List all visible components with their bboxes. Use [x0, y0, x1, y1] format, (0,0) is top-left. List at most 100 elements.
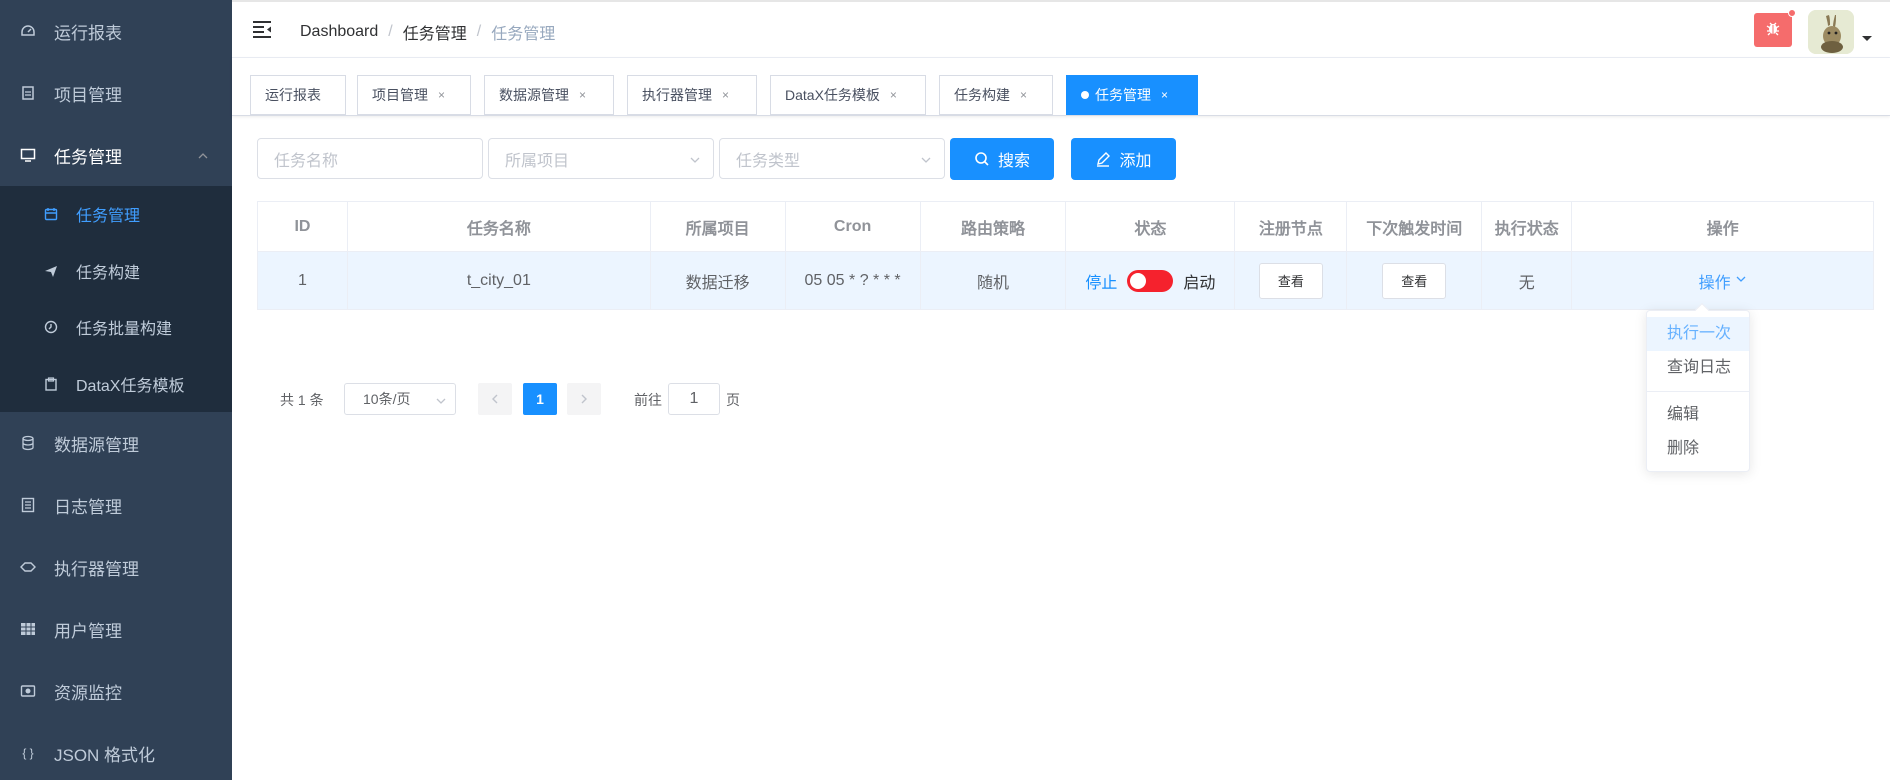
placeholder-text: 任务名称: [274, 152, 339, 170]
task-table: ID 任务名称 所属项目 Cron 路由策略 状态 注册节点 下次触发时间 执行…: [257, 201, 1874, 310]
column-header-name: 任务名称: [347, 201, 651, 252]
breadcrumb-parent[interactable]: 任务管理: [403, 20, 467, 44]
sidebar-item-label: 任务管理: [54, 147, 122, 167]
sidebar-item-label: 日志管理: [54, 497, 122, 517]
chevron-up-icon: [196, 148, 210, 162]
prev-page-button[interactable]: [478, 383, 512, 415]
sidebar-item-log[interactable]: 日志管理: [0, 474, 232, 536]
sidebar-item-label: 执行器管理: [54, 559, 139, 579]
sidebar-item-task-management[interactable]: 任务管理: [0, 124, 232, 186]
tag-datax-template[interactable]: DataX任务模板 ×: [770, 75, 926, 115]
sidebar-item-json[interactable]: { } JSON 格式化: [0, 722, 232, 780]
resource-icon: [20, 683, 36, 699]
sidebar-item-label: 资源监控: [54, 683, 122, 703]
sidebar-item-label: 项目管理: [54, 85, 122, 105]
sidebar-item-datasource[interactable]: 数据源管理: [0, 412, 232, 474]
table-row: 1 t_city_01 数据迁移 05 05 * ? * * * 随机 停止 启…: [257, 251, 1874, 310]
page-size-value: 10条/页: [363, 391, 411, 407]
goto-page-input[interactable]: 1: [668, 383, 720, 415]
chevron-right-icon: [579, 391, 589, 407]
column-header-route: 路由策略: [920, 201, 1067, 252]
tag-dashboard[interactable]: 运行报表: [250, 75, 346, 115]
hamburger-icon[interactable]: [252, 19, 272, 39]
cell-exec-status: 无: [1481, 251, 1573, 310]
tag-task-build[interactable]: 任务构建 ×: [939, 75, 1053, 115]
menu-item-run-once[interactable]: 执行一次: [1647, 317, 1749, 351]
chevron-down-icon: [689, 153, 701, 165]
caret-down-icon[interactable]: [1862, 36, 1872, 41]
json-icon: { }: [22, 746, 34, 760]
column-header-next-trigger: 下次触发时间: [1346, 201, 1483, 252]
close-icon[interactable]: ×: [722, 88, 729, 102]
sidebar-item-project[interactable]: 项目管理: [0, 62, 232, 124]
close-icon[interactable]: ×: [438, 88, 445, 102]
notification-dot: [1788, 9, 1796, 17]
sidebar-item-user[interactable]: 用户管理: [0, 598, 232, 660]
add-button[interactable]: 添加: [1071, 138, 1176, 180]
sidebar-subitem-datax-template[interactable]: DataX任务模板: [0, 356, 232, 413]
task-type-select[interactable]: 任务类型: [719, 138, 945, 179]
close-icon[interactable]: ×: [1020, 88, 1027, 102]
view-nodes-button[interactable]: 查看: [1258, 262, 1323, 299]
avatar[interactable]: [1808, 10, 1854, 54]
column-header-id: ID: [257, 201, 348, 252]
close-icon[interactable]: ×: [1161, 88, 1168, 102]
tag-task-management[interactable]: 任务管理 ×: [1066, 75, 1198, 115]
tag-label: 数据源管理: [499, 87, 569, 103]
tag-datasource[interactable]: 数据源管理 ×: [484, 75, 614, 115]
sidebar-item-dashboard[interactable]: 运行报表: [0, 0, 232, 62]
tag-project[interactable]: 项目管理 ×: [357, 75, 471, 115]
sidebar-subitem-label: 任务批量构建: [76, 321, 173, 339]
menu-divider: [1647, 391, 1749, 392]
close-icon[interactable]: ×: [579, 88, 586, 102]
operation-label: 操作: [1698, 274, 1731, 292]
placeholder-text: 任务类型: [736, 152, 801, 170]
status-toggle[interactable]: [1127, 269, 1174, 292]
tag-label: 任务管理: [1095, 87, 1151, 103]
sidebar-subitem-label: 任务构建: [76, 264, 141, 282]
bug-icon: [1765, 20, 1781, 41]
tag-executor[interactable]: 执行器管理 ×: [627, 75, 757, 115]
column-header-status: 状态: [1065, 201, 1236, 252]
status-on-label: 启动: [1183, 274, 1216, 292]
sidebar-item-executor[interactable]: 执行器管理: [0, 536, 232, 598]
menu-item-edit[interactable]: 编辑: [1647, 398, 1749, 432]
breadcrumb-dashboard[interactable]: Dashboard: [300, 23, 378, 41]
search-button-label: 搜索: [997, 153, 1030, 170]
status-off-label: 停止: [1085, 274, 1118, 292]
column-header-nodes: 注册节点: [1234, 201, 1348, 252]
project-select[interactable]: 所属项目: [488, 138, 714, 179]
search-button[interactable]: 搜索: [950, 138, 1054, 180]
chevron-down-icon: [920, 153, 932, 165]
page-number-current[interactable]: 1: [523, 383, 557, 415]
cell-cron: 05 05 * ? * * *: [785, 251, 921, 310]
menu-item-delete[interactable]: 删除: [1647, 432, 1749, 466]
table-header-row: ID 任务名称 所属项目 Cron 路由策略 状态 注册节点 下次触发时间 执行…: [257, 201, 1874, 252]
menu-item-query-log[interactable]: 查询日志: [1647, 351, 1749, 385]
sidebar-subitem-task-management[interactable]: 任务管理: [0, 186, 232, 243]
error-log-button[interactable]: [1754, 9, 1796, 47]
next-page-button[interactable]: [567, 383, 601, 415]
page-size-select[interactable]: 10条/页: [344, 383, 456, 415]
column-header-exec-status: 执行状态: [1481, 201, 1573, 252]
chevron-left-icon: [490, 391, 500, 407]
sidebar-subitem-batch-build[interactable]: 任务批量构建: [0, 299, 232, 356]
task-name-input[interactable]: 任务名称: [257, 138, 483, 179]
column-header-operation: 操作: [1571, 201, 1874, 252]
cell-project: 数据迁移: [650, 251, 786, 310]
sidebar-item-label: JSON 格式化: [54, 745, 156, 765]
view-next-trigger-button[interactable]: 查看: [1382, 262, 1447, 299]
sidebar-item-resource[interactable]: 资源监控: [0, 660, 232, 722]
sidebar-subitem-task-build[interactable]: 任务构建: [0, 243, 232, 300]
close-icon[interactable]: ×: [890, 88, 897, 102]
cell-id: 1: [257, 251, 348, 310]
clipboard-icon: [44, 377, 58, 391]
project-icon: [20, 85, 36, 101]
tag-label: 任务构建: [954, 87, 1010, 103]
user-table-icon: [20, 621, 36, 637]
search-icon: [974, 151, 990, 167]
chevron-down-icon: [1735, 272, 1747, 290]
add-button-label: 添加: [1119, 153, 1152, 170]
pagination-total: 共 1 条: [280, 392, 324, 408]
operation-dropdown-trigger[interactable]: 操作: [1699, 269, 1747, 293]
